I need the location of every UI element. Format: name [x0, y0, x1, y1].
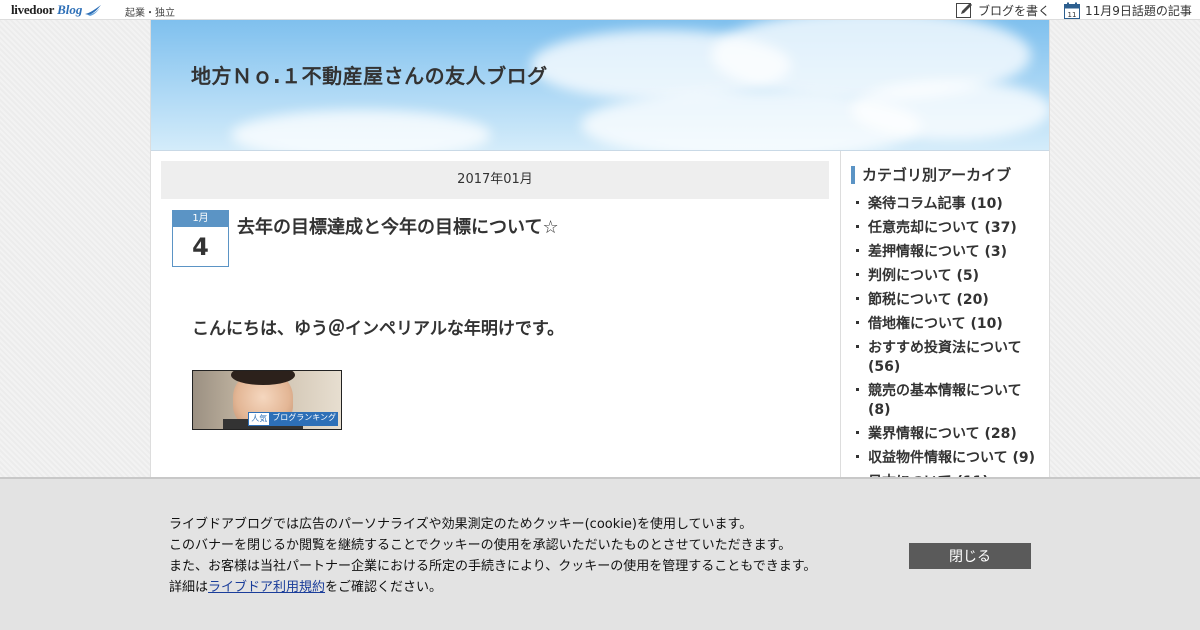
category-item[interactable]: 差押情報について (3) — [853, 243, 1043, 262]
post-body-line: こんにちは、ゆう＠インペリアルな年明けです。 — [192, 319, 565, 339]
terms-of-use-link[interactable]: ライブドア利用規約 — [208, 580, 325, 595]
cookie-line-2: このバナーを閉じるか閲覧を継続することでクッキーの使用を承認いただいたものとさせ… — [169, 538, 792, 553]
post-date-day: 4 — [192, 233, 209, 261]
cookie-line-4-prefix: 詳細は — [169, 580, 209, 595]
write-blog-link[interactable]: ブログを書く — [956, 2, 1050, 19]
category-item[interactable]: 楽待コラム記事 (10) — [853, 195, 1043, 214]
cookie-line-3: また、お客様は当社パートナー企業における所定の手続きにより、クッキーの使用を管理… — [169, 559, 817, 574]
ranking-label-popular: 人気 — [248, 412, 271, 426]
blog-title[interactable]: 地方Ｎｏ.１不動産屋さんの友人ブログ — [191, 60, 548, 89]
category-item[interactable]: 判例について (5) — [853, 267, 1043, 286]
livedoor-blog-logo[interactable]: livedoor Blog — [11, 2, 102, 18]
cookie-line-4: 詳細はライブドア利用規約をご確認ください。 — [169, 577, 816, 598]
category-archive-heading: カテゴリ別アーカイブ — [851, 166, 1011, 184]
blog-category-tagline[interactable]: 起業・独立 — [125, 4, 175, 19]
category-item[interactable]: 収益物件情報について (9) — [853, 449, 1043, 468]
cookie-notice-text: ライブドアブログでは広告のパーソナライズや効果測定のためクッキー(cookie)… — [169, 514, 816, 598]
topic-articles-label: 11月9日話題の記事 — [1085, 4, 1192, 18]
ranking-label: 人気 ブログランキング — [248, 412, 338, 426]
month-header: 2017年01月 — [161, 161, 829, 199]
post-title[interactable]: 去年の目標達成と今年の目標について☆ — [237, 213, 559, 239]
category-item[interactable]: 任意売却について (37) — [853, 219, 1043, 238]
livedoor-topbar: livedoor Blog 起業・独立 ブログを書く 11 11月9日話題の記事 — [0, 0, 1200, 20]
calendar-icon: 11 — [1064, 2, 1080, 19]
category-list: 楽待コラム記事 (10) 任意売却について (37) 差押情報について (3) … — [853, 195, 1043, 497]
blog-ranking-banner[interactable]: 人気 ブログランキング — [192, 370, 342, 430]
cookie-line-4-suffix: をご確認ください。 — [325, 580, 443, 595]
cookie-line-1: ライブドアブログでは広告のパーソナライズや効果測定のためクッキー(cookie)… — [169, 517, 753, 532]
category-item[interactable]: 節税について (20) — [853, 291, 1043, 310]
bird-icon — [85, 5, 102, 16]
write-blog-label: ブログを書く — [978, 4, 1051, 18]
post-date-box: 1月 4 — [172, 210, 229, 267]
category-item[interactable]: 借地権について (10) — [853, 315, 1043, 334]
logo-livedoor-text: livedoor — [11, 2, 55, 17]
calendar-day-number: 11 — [1068, 11, 1077, 19]
header-cloud — [231, 110, 491, 150]
main-content: 2017年01月 1月 4 去年の目標達成と今年の目標について☆ こんにちは、ゆ… — [161, 161, 831, 430]
pencil-note-icon — [956, 3, 972, 18]
topic-articles-link[interactable]: 11 11月9日話題の記事 — [1064, 2, 1192, 19]
blog-header: 地方Ｎｏ.１不動産屋さんの友人ブログ — [151, 20, 1049, 151]
header-cloud — [851, 80, 1049, 140]
post-date-month: 1月 — [173, 211, 228, 227]
category-item[interactable]: 競売の基本情報について (8) — [853, 382, 1043, 420]
cookie-consent-banner: ライブドアブログでは広告のパーソナライズや効果測定のためクッキー(cookie)… — [0, 477, 1200, 630]
logo-blog-text: Blog — [57, 2, 83, 17]
ranking-label-blog-ranking: ブログランキング — [270, 412, 338, 426]
category-item[interactable]: 業界情報について (28) — [853, 425, 1043, 444]
category-item[interactable]: おすすめ投資法について (56) — [853, 339, 1043, 377]
close-cookie-button[interactable]: 閉じる — [909, 543, 1031, 569]
